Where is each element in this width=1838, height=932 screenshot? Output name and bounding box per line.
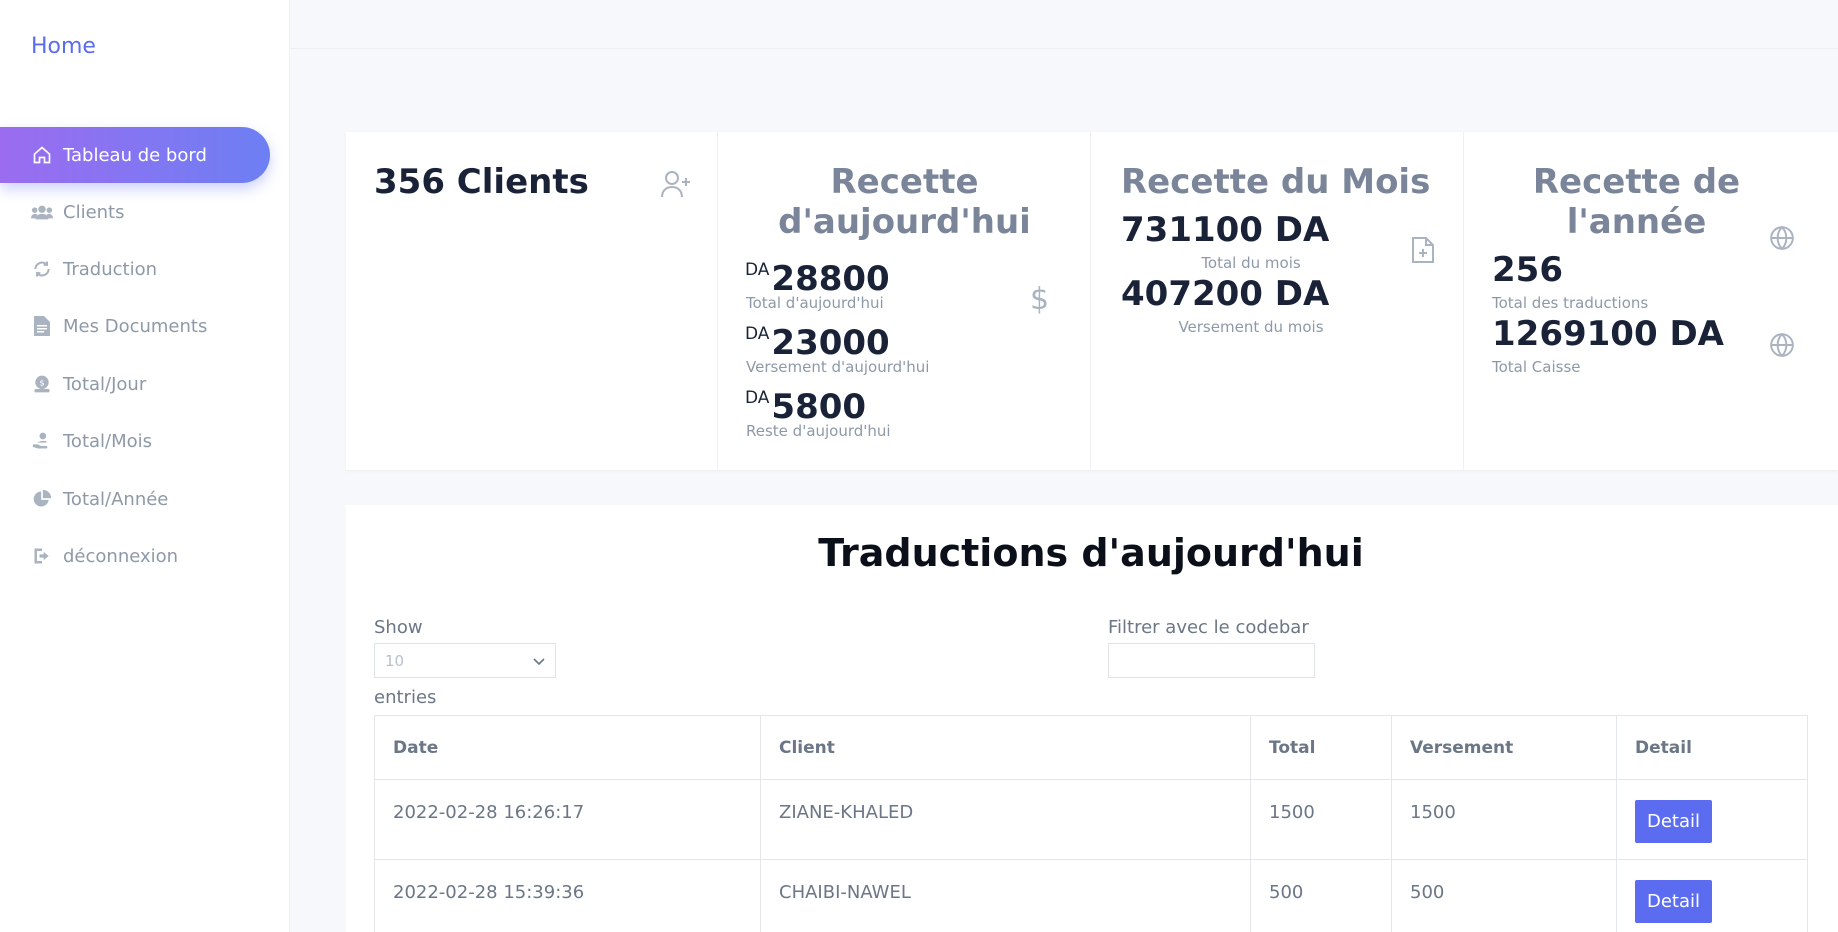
cell-versement: 500	[1391, 859, 1617, 932]
entries-label: entries	[374, 687, 437, 708]
hand-coin-icon	[31, 430, 53, 452]
year-title-line1: Recette de	[1532, 162, 1741, 202]
stat-card-clients: 356 Clients	[346, 132, 718, 470]
cell-client: CHAIBI-NAWEL	[760, 859, 1251, 932]
year-title-line2: l'année	[1566, 202, 1707, 242]
sidebar-item-mes-documents[interactable]: Mes Documents	[0, 298, 270, 354]
sidebar-item-total-annee[interactable]: Total/Année	[0, 471, 270, 527]
globe-icon	[1769, 332, 1795, 362]
sidebar-item-total-mois[interactable]: Total/Mois	[0, 413, 270, 469]
sidebar-item-label: Traduction	[63, 258, 157, 280]
cell-detail: Detail	[1616, 779, 1808, 860]
column-header-versement[interactable]: Versement	[1391, 715, 1617, 780]
clients-count: 356 Clients	[374, 162, 589, 202]
sidebar-item-label: déconnexion	[63, 545, 179, 567]
top-navbar	[291, 2, 1838, 49]
brand-home-link[interactable]: Home	[31, 34, 96, 59]
year-caisse-value: 1269100 DA	[1492, 314, 1724, 354]
pie-chart-icon	[31, 488, 53, 510]
today-total-value: 28800	[771, 259, 890, 299]
sidebar: Home Tableau de bord Clients Traduction …	[0, 0, 290, 932]
sidebar-item-label: Tableau de bord	[63, 144, 207, 166]
today-versement-label: Versement d'aujourd'hui	[746, 358, 930, 376]
month-total-value: 731100 DA	[1121, 210, 1330, 250]
month-total-label: Total du mois	[1201, 254, 1301, 272]
today-versement-value: 23000	[771, 323, 890, 363]
column-header-total[interactable]: Total	[1250, 715, 1392, 780]
codebar-filter-input[interactable]	[1108, 643, 1315, 678]
year-traductions-value: 256	[1492, 250, 1563, 290]
table-title: Traductions d'aujourd'hui	[818, 531, 1364, 575]
sidebar-item-tableau-de-bord[interactable]: Tableau de bord	[0, 127, 270, 183]
column-header-date[interactable]: Date	[374, 715, 761, 780]
stats-row: 356 Clients Recette d'aujourd'hui DA2880…	[346, 132, 1838, 470]
detail-button[interactable]: Detail	[1635, 880, 1712, 923]
cell-date: 2022-02-28 16:26:17	[374, 779, 761, 860]
table-row: 2022-02-28 16:26:17 ZIANE-KHALED 1500 15…	[374, 779, 1808, 860]
cell-versement: 1500	[1391, 779, 1617, 860]
month-versement-value: 407200 DA	[1121, 274, 1330, 314]
filter-label: Filtrer avec le codebar	[1108, 617, 1309, 638]
home-icon	[31, 144, 53, 166]
today-title-line2: d'aujourd'hui	[778, 202, 1031, 242]
today-reste-label: Reste d'aujourd'hui	[746, 422, 891, 440]
logout-icon	[31, 545, 53, 567]
sidebar-item-label: Mes Documents	[63, 315, 208, 337]
dollar-icon: $	[1030, 282, 1050, 317]
cell-total: 500	[1250, 859, 1392, 932]
month-title: Recette du Mois	[1121, 162, 1431, 202]
cell-client: ZIANE-KHALED	[760, 779, 1251, 860]
sidebar-item-traduction[interactable]: Traduction	[0, 241, 270, 297]
year-caisse-label: Total Caisse	[1492, 358, 1581, 376]
translations-table: Date Client Total Versement Detail 2022-…	[374, 715, 1808, 932]
file-plus-icon	[1411, 236, 1435, 268]
cell-detail: Detail	[1616, 859, 1808, 932]
column-header-client[interactable]: Client	[760, 715, 1251, 780]
sidebar-item-label: Total/Mois	[63, 430, 153, 452]
currency-label: DA	[745, 388, 770, 408]
today-reste-value: 5800	[771, 387, 867, 427]
sidebar-item-label: Total/Année	[63, 488, 169, 510]
today-reste-amount: DA5800	[745, 378, 866, 427]
users-icon	[31, 201, 53, 223]
currency-label: DA	[745, 260, 770, 280]
show-label: Show	[374, 617, 423, 638]
currency-label: DA	[745, 324, 770, 344]
entries-select[interactable]: 10	[374, 643, 556, 678]
month-versement-label: Versement du mois	[1178, 318, 1324, 336]
sidebar-item-label: Total/Jour	[63, 373, 147, 395]
today-total-label: Total d'aujourd'hui	[746, 294, 884, 312]
document-icon	[31, 315, 53, 337]
stat-card-month: Recette du Mois 731100 DA Total du mois …	[1091, 132, 1464, 470]
refresh-icon	[31, 258, 53, 280]
detail-button[interactable]: Detail	[1635, 800, 1712, 843]
cell-date: 2022-02-28 15:39:36	[374, 859, 761, 932]
sidebar-item-total-jour[interactable]: $ Total/Jour	[0, 356, 270, 412]
table-header-row: Date Client Total Versement Detail	[374, 715, 1808, 780]
column-header-detail[interactable]: Detail	[1616, 715, 1808, 780]
stat-card-year: Recette de l'année 256 Total des traduct…	[1464, 132, 1838, 470]
year-traductions-label: Total des traductions	[1492, 294, 1649, 312]
sidebar-item-deconnexion[interactable]: déconnexion	[0, 528, 270, 584]
globe-icon	[1769, 225, 1795, 255]
user-plus-icon	[661, 170, 691, 202]
table-row: 2022-02-28 15:39:36 CHAIBI-NAWEL 500 500…	[374, 859, 1808, 932]
stat-card-today: Recette d'aujourd'hui DA28800 Total d'au…	[718, 132, 1091, 470]
chevron-down-icon	[533, 652, 545, 670]
sidebar-item-clients[interactable]: Clients	[0, 184, 270, 240]
cell-total: 1500	[1250, 779, 1392, 860]
money-icon: $	[31, 373, 53, 395]
today-versement-amount: DA23000	[745, 314, 890, 363]
svg-text:$: $	[39, 378, 44, 388]
entries-select-value: 10	[385, 651, 405, 670]
today-title-line1: Recette	[830, 162, 979, 202]
translations-table-card: Traductions d'aujourd'hui Show 10 entrie…	[346, 505, 1838, 932]
today-total-amount: DA28800	[745, 250, 890, 299]
sidebar-item-label: Clients	[63, 201, 125, 223]
